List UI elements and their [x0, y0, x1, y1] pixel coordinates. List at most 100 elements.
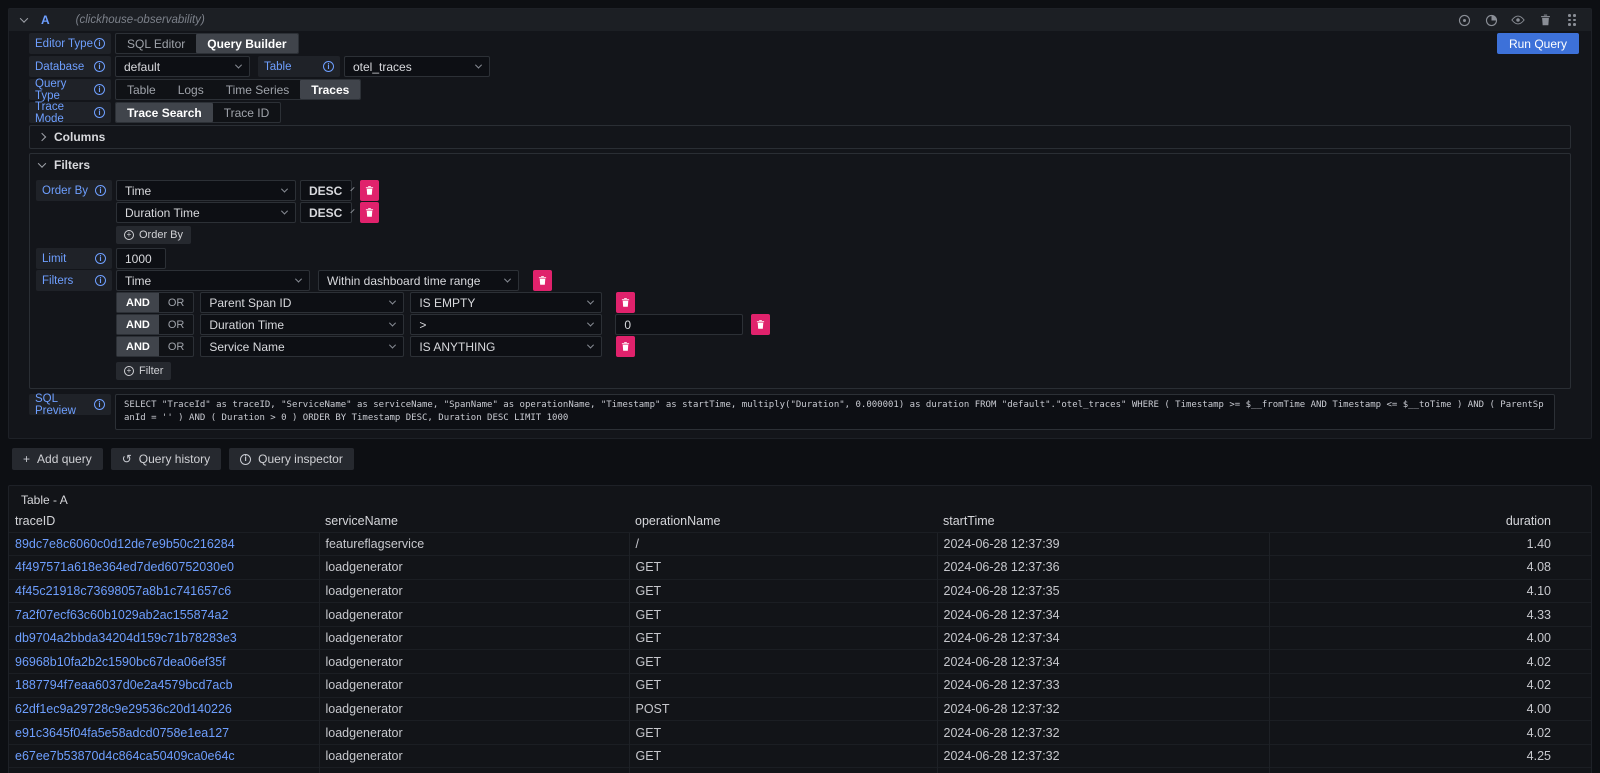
limit-value: 1000 [125, 252, 152, 266]
limit-label-chip: Limit [36, 248, 112, 269]
filter-field-select[interactable]: Parent Span ID [200, 292, 404, 313]
editor-type-option-query-builder[interactable]: Query Builder [196, 34, 297, 53]
order-by-direction-select[interactable]: DESC [300, 202, 352, 223]
collapse-chevron-icon[interactable] [20, 14, 28, 22]
pie-chart-icon[interactable] [1484, 13, 1498, 27]
duration-cell: 4.10 [1269, 579, 1591, 603]
query-type-row: Query Type Table Logs Time Series Traces [29, 79, 1579, 100]
trace-id-link[interactable]: 7a2f07ecf63c60b1029ab2ac155874a2 [15, 608, 228, 622]
trace-id-link[interactable]: 4f45c21918c73698057a8b1c741657c6 [15, 584, 231, 598]
operation-name-cell: GET [629, 650, 937, 674]
table-row: 1887794f7eaa6037d0e2a4579bcd7acb loadgen… [9, 674, 1591, 698]
add-order-by-button[interactable]: Order By [116, 226, 191, 244]
filter-value-input[interactable]: 0 [615, 314, 743, 335]
info-icon[interactable] [95, 253, 106, 264]
table-value: otel_traces [353, 60, 412, 74]
or-option[interactable]: OR [159, 293, 194, 312]
info-icon[interactable] [94, 107, 105, 118]
remove-order-by-button[interactable] [360, 202, 379, 223]
info-icon[interactable] [95, 275, 106, 286]
start-time-cell: 2024-06-28 12:37:34 [937, 626, 1269, 650]
trace-mode-option-trace-search[interactable]: Trace Search [116, 103, 213, 122]
columns-section-header[interactable]: Columns [30, 126, 1570, 148]
add-filter-button[interactable]: Filter [116, 362, 171, 380]
and-option[interactable]: AND [117, 315, 159, 334]
filter-operator-select[interactable]: IS EMPTY [410, 292, 602, 313]
query-type-option-time-series[interactable]: Time Series [215, 80, 301, 99]
add-query-button[interactable]: + Add query [12, 448, 103, 470]
order-by-direction-select[interactable]: DESC [300, 180, 352, 201]
filter-field-select[interactable]: Service Name [200, 336, 404, 357]
filter-field-select[interactable]: Duration Time [200, 314, 404, 335]
chevron-down-icon [504, 276, 511, 283]
start-time-cell: 2024-06-28 12:37:31 [937, 768, 1269, 773]
query-inspector-button[interactable]: Query inspector [229, 448, 354, 470]
run-query-button[interactable]: Run Query [1497, 33, 1579, 54]
chevron-down-icon [351, 209, 355, 213]
operation-name-cell: GET [629, 556, 937, 580]
query-type-option-table[interactable]: Table [116, 80, 167, 99]
trace-id-link[interactable]: e91c3645f04fa5e58adcd0758e1ea127 [15, 726, 229, 740]
column-header-traceid[interactable]: traceID [9, 511, 319, 532]
column-header-operationname[interactable]: operationName [629, 511, 937, 532]
trash-icon[interactable] [1538, 13, 1552, 27]
order-by-field-select[interactable]: Duration Time [116, 202, 296, 223]
remove-filter-button[interactable] [616, 292, 635, 313]
query-editor-body: Editor Type SQL Editor Query Builder Run… [9, 31, 1591, 438]
column-header-duration[interactable]: duration [1269, 511, 1591, 532]
table-label-chip: Table [258, 56, 340, 77]
filters-section-header[interactable]: Filters [30, 154, 1570, 176]
query-history-button[interactable]: ↺ Query history [111, 448, 221, 470]
drag-handle-icon[interactable] [1565, 13, 1579, 27]
editor-type-option-sql-editor[interactable]: SQL Editor [116, 34, 196, 53]
filter-field-select[interactable]: Time [116, 270, 310, 291]
table-row: 4f497571a618e364ed7ded60752030e0 loadgen… [9, 556, 1591, 580]
trace-id-link[interactable]: 4f497571a618e364ed7ded60752030e0 [15, 560, 234, 574]
info-icon[interactable] [94, 399, 105, 410]
info-icon[interactable] [94, 38, 105, 49]
trace-id-link[interactable]: 96968b10fa2b2c1590bc67dea06ef35f [15, 655, 226, 669]
trace-id-link[interactable]: 89dc7e8c6060c0d12de7e9b50c216284 [15, 537, 235, 551]
start-time-cell: 2024-06-28 12:37:35 [937, 579, 1269, 603]
info-icon[interactable] [94, 84, 105, 95]
remove-filter-button[interactable] [533, 270, 552, 291]
remove-order-by-button[interactable] [360, 180, 379, 201]
and-option[interactable]: AND [117, 293, 159, 312]
query-inspector-label: Query inspector [258, 452, 343, 466]
column-header-starttime[interactable]: startTime [937, 511, 1269, 532]
database-select[interactable]: default [115, 56, 250, 77]
remove-filter-button[interactable] [751, 314, 770, 335]
and-option[interactable]: AND [117, 337, 159, 356]
filter-operator-select[interactable]: IS ANYTHING [410, 336, 602, 357]
order-by-field-value: Time [125, 184, 151, 198]
remove-filter-button[interactable] [616, 336, 635, 357]
trace-id-link[interactable]: db9704a2bbda34204d159c71b78283e3 [15, 631, 237, 645]
filter-time-row: Filters Time Within dashboard time range [36, 270, 1570, 291]
order-by-field-select[interactable]: Time [116, 180, 296, 201]
table-label: Table [264, 61, 292, 73]
or-option[interactable]: OR [159, 337, 194, 356]
column-header-servicename[interactable]: serviceName [319, 511, 629, 532]
filter-operator-select[interactable]: > [410, 314, 602, 335]
limit-input[interactable]: 1000 [116, 248, 166, 269]
eye-icon[interactable] [1511, 13, 1525, 27]
editor-type-row: Editor Type SQL Editor Query Builder Run… [29, 33, 1579, 54]
trace-id-link[interactable]: 62df1ec9a29728c9e29536c20d140226 [15, 702, 232, 716]
trace-id-link[interactable]: 1887794f7eaa6037d0e2a4579bcd7acb [15, 678, 233, 692]
trace-mode-option-trace-id[interactable]: Trace ID [213, 103, 281, 122]
info-icon[interactable] [95, 185, 106, 196]
chevron-down-icon [389, 298, 396, 305]
trace-id-link[interactable]: e67ee7b53870d4c864ca50409ca0e64c [15, 749, 235, 763]
filter-operator-select[interactable]: Within dashboard time range [318, 270, 519, 291]
query-type-option-logs[interactable]: Logs [167, 80, 215, 99]
or-option[interactable]: OR [159, 315, 194, 334]
panel-title[interactable]: Table - A [9, 486, 80, 511]
table-select[interactable]: otel_traces [344, 56, 490, 77]
filter-operator-value: > [419, 318, 426, 332]
record-icon[interactable] [1457, 13, 1471, 27]
info-icon[interactable] [323, 61, 334, 72]
info-icon[interactable] [94, 61, 105, 72]
trace-mode-label-chip: Trace Mode [29, 102, 111, 123]
chevron-down-icon [389, 342, 396, 349]
query-type-option-traces[interactable]: Traces [300, 80, 360, 99]
